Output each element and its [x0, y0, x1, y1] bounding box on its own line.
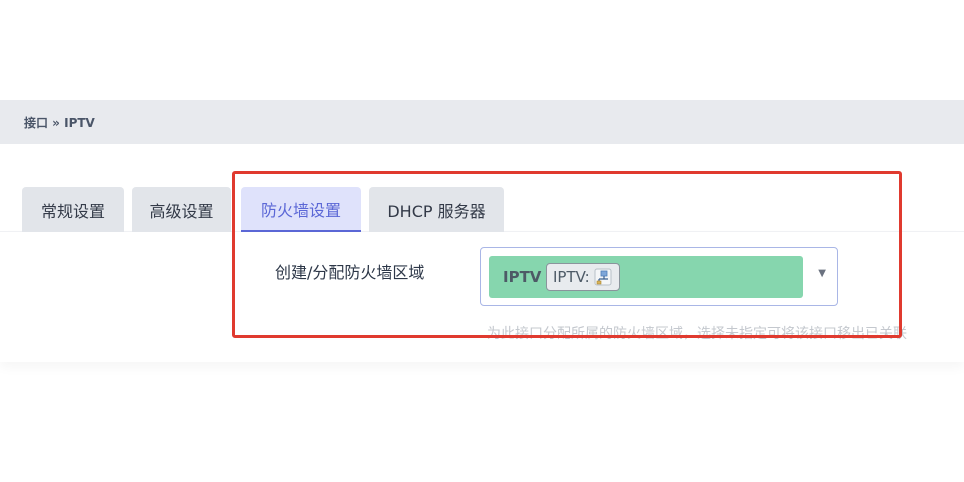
zone-interface-badge: IPTV: [546, 263, 620, 291]
firewall-zone-label: 创建/分配防火墙区域 [275, 263, 425, 282]
page: 接口 » IPTV 常规设置 高级设置 防火墙设置 DHCP 服务器 创建/分配… [0, 0, 964, 482]
network-interface-icon [593, 268, 613, 286]
firewall-zone-help: 为此接口分配所属的防火墙区域，选择未指定可将该接口移出已关联 [487, 326, 907, 342]
breadcrumb-bar: 接口 » IPTV [0, 100, 964, 144]
zone-name: IPTV [503, 268, 542, 286]
tab-dhcp-server[interactable]: DHCP 服务器 [369, 187, 504, 232]
tab-advanced-settings[interactable]: 高级设置 [132, 187, 231, 232]
firewall-zone-select[interactable]: IPTV IPTV: ▼ [480, 247, 838, 306]
tab-firewall-settings[interactable]: 防火墙设置 [241, 187, 361, 232]
zone-interface-label: IPTV: [553, 268, 590, 286]
chevron-down-icon: ▼ [818, 268, 826, 279]
tab-general-settings[interactable]: 常规设置 [22, 187, 124, 232]
breadcrumb: 接口 » IPTV [24, 116, 95, 130]
zone-chip: IPTV IPTV: [489, 256, 803, 298]
